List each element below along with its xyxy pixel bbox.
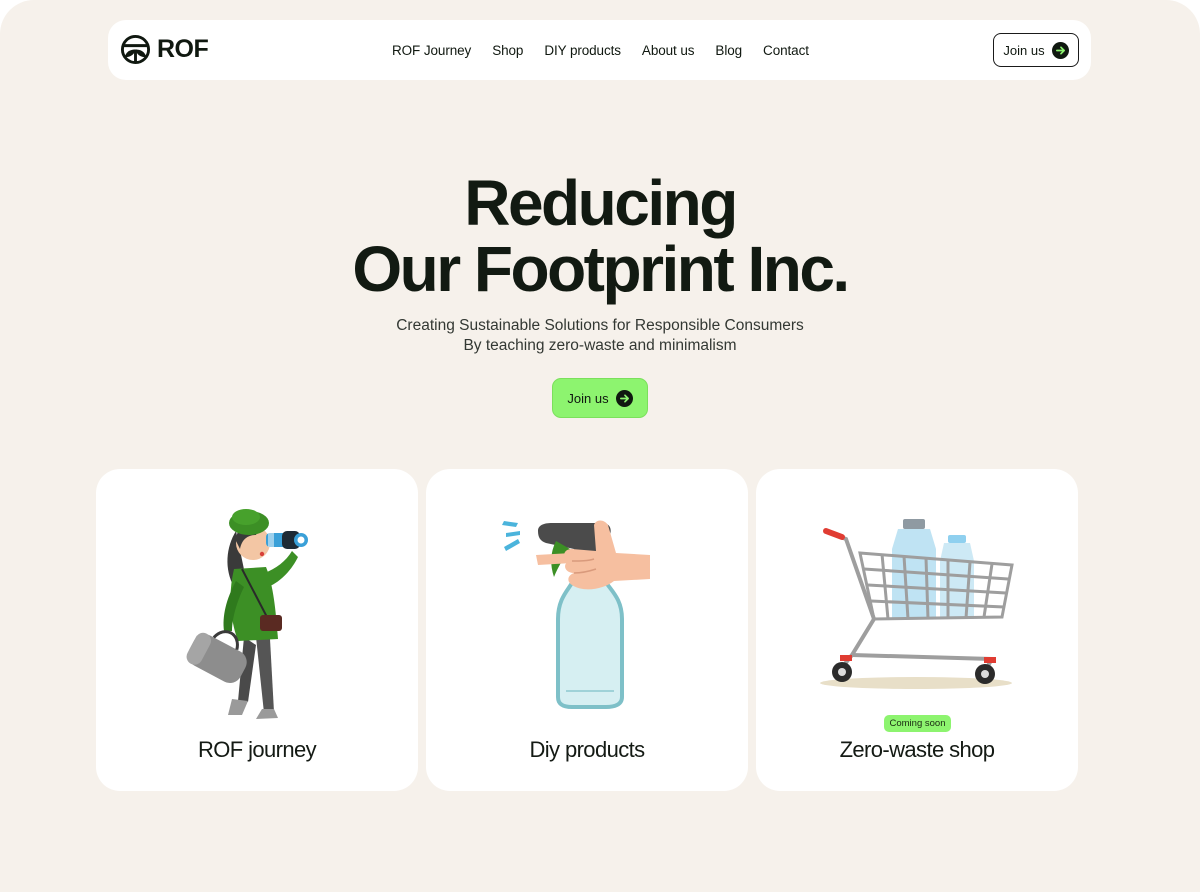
nav-link-about-us[interactable]: About us [642, 43, 695, 58]
hero-title-line2: Our Footprint Inc. [352, 233, 850, 305]
rof-logo-icon [120, 34, 151, 65]
brand-name: ROF [157, 35, 209, 63]
card-rof-journey[interactable]: ROF journey [96, 469, 418, 791]
brand-logo[interactable]: ROF [120, 34, 209, 65]
card-title: Diy products [529, 737, 645, 762]
main-menu: ROF Journey Shop DIY products About us B… [392, 20, 809, 80]
card-zero-waste-shop[interactable]: Coming soon Zero-waste shop [756, 469, 1078, 791]
hero-join-button[interactable]: Join us [552, 378, 648, 418]
arrow-right-icon [615, 389, 633, 407]
hero-join-label: Join us [567, 390, 609, 406]
page: ROF ROF Journey Shop DIY products About … [0, 0, 1200, 892]
hero-subtitle-line2: By teaching zero-waste and minimalism [463, 337, 737, 354]
woman-with-binoculars-illustration [186, 509, 308, 719]
card-title: ROF journey [197, 737, 317, 762]
nav-join-label: Join us [1003, 42, 1045, 58]
nav-join-button[interactable]: Join us [993, 33, 1079, 67]
hero-subtitle: Creating Sustainable Solutions for Respo… [0, 316, 1200, 356]
nav-link-blog[interactable]: Blog [715, 43, 742, 58]
arrow-right-icon [1051, 41, 1069, 59]
nav-link-diy-products[interactable]: DIY products [544, 43, 621, 58]
card-title: Zero-waste shop [839, 737, 995, 762]
shopping-cart-illustration [820, 519, 1014, 689]
nav-link-rof-journey[interactable]: ROF Journey [392, 43, 471, 58]
coming-soon-badge: Coming soon [884, 715, 951, 732]
nav-link-shop[interactable]: Shop [492, 43, 523, 58]
hero-title: Reducing Our Footprint Inc. [0, 170, 1200, 302]
hero-title-line1: Reducing [464, 167, 738, 239]
hero-subtitle-line1: Creating Sustainable Solutions for Respo… [396, 317, 804, 334]
spray-bottle-illustration [502, 520, 650, 709]
top-navbar: ROF ROF Journey Shop DIY products About … [108, 20, 1091, 80]
nav-link-contact[interactable]: Contact [763, 43, 809, 58]
card-diy-products[interactable]: Diy products [426, 469, 748, 791]
